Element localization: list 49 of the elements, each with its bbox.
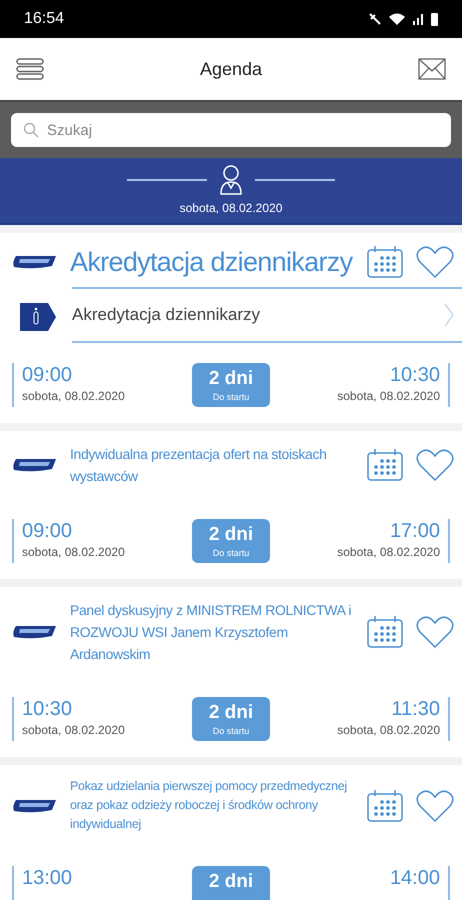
calendar-icon[interactable] (366, 788, 404, 822)
banner-date: sobota, 08.02.2020 (180, 200, 282, 216)
end-date: sobota, 08.02.2020 (337, 388, 440, 405)
countdown-badge: 2 dni (192, 866, 270, 900)
start-date: sobota, 08.02.2020 (22, 388, 125, 405)
mute-icon (369, 13, 381, 25)
person-icon (219, 164, 243, 194)
event-title[interactable]: Panel dyskusyjny z MINISTREM ROLNICTWA i ROZWOJU WSI Janem Krzysztofem Ardanowskim (70, 599, 358, 665)
heart-icon[interactable] (416, 448, 454, 482)
battery-icon (431, 12, 438, 26)
signal-icon (413, 13, 423, 25)
countdown-badge: 2 dni Do startu (192, 697, 270, 741)
heart-icon[interactable] (416, 245, 454, 279)
event-title[interactable]: Indywidualna prezentacja ofert na stoiskach wystawców (70, 443, 358, 487)
start-time: 13:00 (22, 866, 72, 890)
status-time: 16:54 (24, 9, 64, 29)
end-time: 11:30 (390, 697, 440, 721)
countdown-badge: 2 dni Do startu (192, 519, 270, 563)
countdown-badge: 2 dni Do startu (192, 363, 270, 407)
heart-icon[interactable] (416, 788, 454, 822)
menu-icon[interactable] (16, 58, 44, 80)
end-date: sobota, 08.02.2020 (337, 722, 440, 739)
mail-icon[interactable] (418, 58, 446, 80)
end-time: 17:00 (388, 519, 440, 543)
calendar-icon[interactable] (366, 615, 404, 649)
logo-icon (12, 254, 58, 270)
calendar-icon[interactable] (366, 245, 404, 279)
info-tag-icon (20, 303, 56, 331)
end-date: sobota, 08.02.2020 (337, 544, 440, 561)
header-title: Agenda (200, 58, 262, 81)
start-time: 10:30 (22, 697, 74, 721)
wifi-icon (389, 13, 405, 25)
start-time: 09:00 (22, 363, 74, 387)
start-date: sobota, 08.02.2020 (22, 722, 125, 739)
event-title[interactable]: Akredytacja dziennikarzy (70, 245, 358, 279)
logo-icon (12, 798, 58, 814)
calendar-icon[interactable] (366, 448, 404, 482)
event-title[interactable]: Pokaz udzielania pierwszej pomocy przedmedycznej oraz pokaz odzieży roboczej i środków ochrony indywidualnej (70, 777, 358, 834)
search-icon (23, 122, 39, 138)
logo-icon (12, 624, 58, 640)
search-field[interactable]: Szukaj (11, 113, 451, 147)
start-date: sobota, 08.02.2020 (22, 544, 125, 561)
end-time: 14:00 (390, 866, 440, 890)
end-time: 10:30 (388, 363, 440, 387)
start-time: 09:00 (22, 519, 74, 543)
chevron-right-icon (444, 303, 454, 327)
info-row[interactable]: Akredytacja dziennikarzy (72, 287, 462, 343)
logo-icon (12, 457, 58, 473)
heart-icon[interactable] (416, 615, 454, 649)
